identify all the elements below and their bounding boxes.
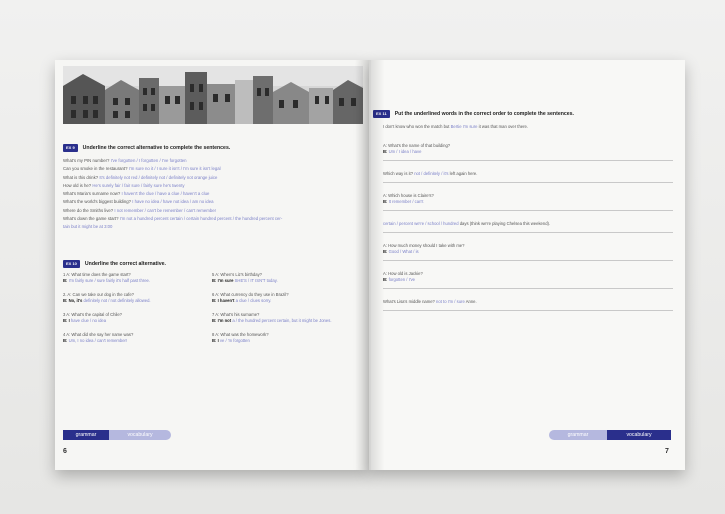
exercise-10-item: 5 A: When's Liz's birthday? B: I'm sure S… [212, 272, 278, 283]
exercise-10-instruction: Underline the correct alternative. [84, 261, 166, 267]
tab-grammar[interactable]: grammar [549, 430, 607, 440]
exercise-10-item: 8 A: What was the homework? B: I ve / 'm … [212, 332, 269, 343]
page-number-right: 7 [665, 448, 669, 455]
exercise-10-item: 7 A: What's his surname? B: I'm not a / t… [212, 312, 332, 323]
exercise-10-item: 2. A: Can we take our dog in the cafe? B:… [63, 292, 151, 303]
exercise-11-item: Which way is it? not / definitely / it's… [383, 167, 673, 183]
exercise-11-item: A: What's the name of that building? B: U… [383, 139, 673, 161]
exercise-10-item: 6 A: What currency do they use in Brazil… [212, 292, 289, 303]
exercise-11-item: A: How much money should I take with me?… [383, 239, 673, 261]
exercise-9-instruction: Underline the correct alternative to com… [82, 145, 231, 151]
scene-background: EX 9 Underline the correct alternative t… [0, 0, 725, 514]
exercise-10-column-1: 1 A: What time does the game start? B: I'… [63, 272, 194, 352]
exercise-11-instruction: Put the underlined words in the correct … [394, 111, 574, 117]
exercise-11-badge: EX 11 [373, 110, 390, 118]
exercise-9-line: What's down the game start? I'm not a hu… [63, 216, 283, 222]
exercise-11-item: A: How old is Jackie? B: forgotten / I've [383, 267, 673, 289]
left-page-tabs: grammar vocabulary [63, 430, 171, 440]
page-number-left: 6 [63, 448, 67, 455]
right-page: EX 11 Put the underlined words in the co… [369, 60, 685, 470]
exercise-11-header: EX 11 Put the underlined words in the co… [373, 110, 574, 118]
exercise-11-intro: I don't know who won the match but Berti… [383, 124, 528, 129]
exercise-11-item: What's Lisa's middle name? not to I'm / … [383, 295, 673, 311]
exercise-9-lines: What's my PIN number? I've forgotten / I… [63, 157, 282, 232]
open-book: EX 9 Underline the correct alternative t… [55, 60, 685, 470]
exercise-9-badge: EX 9 [63, 144, 78, 152]
exercise-10-header: EX 10 Underline the correct alternative. [63, 260, 166, 268]
exercise-11-item: A: Which house is Claire's? B: It remembe… [383, 189, 673, 211]
exercise-9-line: What is this drink? It's definitely not … [63, 174, 218, 180]
tab-vocabulary[interactable]: vocabulary [109, 430, 171, 440]
exercise-10-item: 3 A: What's the capital of Chile? B: I ha… [63, 312, 122, 323]
right-page-tabs: grammar vocabulary [549, 430, 671, 440]
tab-vocabulary[interactable]: vocabulary [607, 430, 671, 440]
exercise-10-column-2: 5 A: When's Liz's birthday? B: I'm sure S… [212, 272, 343, 352]
exercise-9-line: What's Maria's surname now? I haven't th… [63, 191, 210, 197]
exercise-9-line: tain but it might be at 3:00 [63, 224, 113, 230]
exercise-10-columns: 1 A: What time does the game start? B: I'… [63, 272, 343, 352]
header-photo-buildings [63, 66, 363, 124]
exercise-10-item: 1 A: What time does the game start? B: I'… [63, 272, 151, 283]
exercise-9-header: EX 9 Underline the correct alternative t… [63, 144, 230, 152]
buildings-illustration [63, 66, 363, 124]
tab-grammar[interactable]: grammar [63, 430, 109, 440]
left-page: EX 9 Underline the correct alternative t… [55, 60, 369, 470]
exercise-10-item: 4 A: What did she say her name was? B: Um… [63, 332, 134, 343]
exercise-11-list: I don't know who won the match but Berti… [383, 120, 673, 317]
exercise-10-badge: EX 10 [63, 260, 80, 268]
exercise-9-line: Where do the Smiths live? I not remember… [63, 207, 217, 213]
exercise-11-item: certain / percent we're / school / hundr… [383, 217, 673, 233]
exercise-9-line: How old is he? He's surely fair / fair s… [63, 182, 185, 188]
exercise-9-line: What's my PIN number? I've forgotten / I… [63, 158, 187, 163]
exercise-9-line: What's the world's biggest building? I h… [63, 199, 214, 205]
exercise-9-line: Can you smoke in the restaurant? I'm sur… [63, 166, 221, 172]
